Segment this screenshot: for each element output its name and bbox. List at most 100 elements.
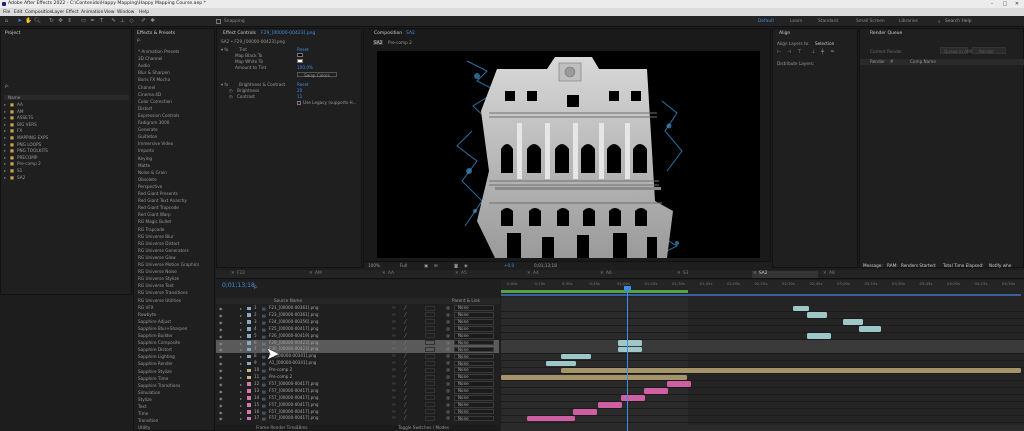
pickwhip-icon[interactable]: @: [446, 395, 450, 400]
effects-panel-title[interactable]: Effects & Presets: [137, 31, 175, 36]
project-item[interactable]: ▸ ■ PNG LOOPS: [4, 142, 129, 148]
effect-category[interactable]: RG Universe Stylize: [138, 276, 179, 281]
effect-category[interactable]: RG Universe Generators: [138, 248, 189, 253]
layer-row[interactable]: ◉ ▸ 16 ▤ F57_[00000-00417].png ⚇ ╱ @ None: [216, 409, 499, 416]
effect-category[interactable]: Sapphire Distort: [138, 347, 172, 352]
pickwhip-icon[interactable]: @: [446, 319, 450, 324]
comp-tab[interactable]: ✕ A8: [822, 271, 888, 278]
effect-category[interactable]: Sapphire Time: [138, 376, 168, 381]
mode-box[interactable]: [425, 326, 435, 332]
label-color-swatch[interactable]: [247, 403, 251, 407]
layer-duration-bar[interactable]: [561, 367, 1021, 374]
visibility-eye-icon[interactable]: ◉: [219, 382, 223, 387]
effects-search-prefix[interactable]: ρ.: [137, 37, 141, 42]
mode-box[interactable]: [425, 340, 435, 345]
render-button[interactable]: Render: [972, 47, 1006, 54]
resolution-dropdown[interactable]: Full: [400, 263, 407, 268]
pickwhip-icon[interactable]: @: [446, 340, 450, 345]
effect-category[interactable]: Rowbyte: [138, 312, 156, 317]
effect-category[interactable]: Distort: [138, 106, 152, 111]
expand-arrow-icon[interactable]: ▸: [4, 168, 6, 173]
effect-category[interactable]: Sapphire Lighting: [138, 354, 175, 359]
parent-dropdown[interactable]: None: [454, 360, 494, 367]
menu-effect[interactable]: Effect: [66, 10, 79, 15]
fx-switch-icon[interactable]: ╱: [404, 360, 406, 365]
effect-category[interactable]: Stylize: [138, 397, 152, 402]
mode-box[interactable]: [425, 319, 435, 325]
viewer-timecode[interactable]: 0;01;13;18: [534, 263, 557, 268]
fx-switch-icon[interactable]: ╱: [404, 326, 406, 331]
effect-category[interactable]: Blur & Sharpen: [138, 70, 170, 75]
mode-box[interactable]: [425, 346, 435, 352]
fx-switch-icon[interactable]: ╱: [404, 381, 406, 386]
expand-arrow-icon[interactable]: ▸: [240, 320, 242, 325]
close-tab-icon[interactable]: ✕: [231, 271, 235, 276]
fx-switch-icon[interactable]: ╱: [404, 333, 406, 338]
menu-file[interactable]: File: [3, 10, 10, 15]
pickwhip-icon[interactable]: @: [446, 381, 450, 386]
expand-arrow-icon[interactable]: ▸: [240, 306, 242, 311]
composition-name[interactable]: SA2: [406, 31, 415, 36]
shy-switch-icon[interactable]: ⚇: [392, 415, 396, 420]
expand-arrow-icon[interactable]: ▸: [240, 389, 242, 394]
project-item[interactable]: ▸ ■ SA2: [4, 175, 129, 181]
fx-switch-icon[interactable]: ╱: [404, 353, 406, 358]
project-item[interactable]: ▸ ■ S1: [4, 168, 129, 174]
fx-switch-icon[interactable]: ╱: [404, 409, 406, 414]
pan-tool-icon[interactable]: ✥: [57, 18, 64, 25]
effect-category[interactable]: Matte: [138, 163, 150, 168]
comp-tab[interactable]: ✕ AM: [308, 271, 374, 278]
layer-name[interactable]: F24_[00000-00356].png: [269, 319, 318, 324]
layer-row[interactable]: ◉ ▸ 13 ▤ F57_[00000-00417].png ⚇ ╱ @ None: [216, 388, 499, 395]
mode-box[interactable]: [425, 333, 435, 339]
label-color-swatch[interactable]: [247, 347, 251, 352]
layer-name[interactable]: F57_[00000-00417].png: [269, 395, 318, 400]
project-item[interactable]: ▸ ■ FX: [4, 128, 129, 134]
layer-duration-bar[interactable]: [618, 340, 642, 346]
effect-category[interactable]: Time: [138, 411, 148, 416]
effect-category[interactable]: Guitleton: [138, 134, 157, 139]
project-item[interactable]: ▸ ■ PNG TOOLKITS: [4, 148, 129, 154]
visibility-eye-icon[interactable]: ◉: [219, 327, 223, 332]
project-item[interactable]: ▸ ■ MAPPING EXPS: [4, 135, 129, 141]
visibility-eye-icon[interactable]: ◉: [219, 306, 223, 311]
effect-category[interactable]: Sapphire Composite: [138, 340, 180, 345]
effect-category[interactable]: Immersive Video: [138, 141, 173, 146]
effect-category[interactable]: Simulation: [138, 390, 160, 395]
effect-category[interactable]: Boris FX Mocha: [138, 77, 170, 82]
work-area-bar[interactable]: [501, 290, 688, 293]
parent-dropdown[interactable]: None: [454, 381, 494, 387]
search-help-input[interactable]: Search Help: [945, 19, 972, 24]
color-management-icon[interactable]: ◉: [464, 263, 468, 268]
align-target-dropdown[interactable]: Selection: [815, 41, 834, 46]
layer-row[interactable]: ◉ ▸ 5 ▤ F26_[00000-00419].png ⚇ ╱ @ None: [216, 333, 499, 340]
toggle-switches-label[interactable]: Toggle Switches / Modes: [398, 425, 449, 430]
layer-row[interactable]: ◉ ▸ 9 ▤ A1_[00000-00341].png ⚇ ╱ @ None: [216, 360, 499, 367]
orbit-tool-icon[interactable]: ↻: [48, 18, 55, 25]
close-tab-icon[interactable]: ✕: [823, 271, 827, 276]
mode-box[interactable]: [425, 360, 435, 366]
effect-category[interactable]: Generate: [138, 127, 158, 132]
parent-dropdown[interactable]: None: [454, 326, 494, 332]
render-queue-title[interactable]: Render Queue: [870, 31, 902, 36]
shy-switch-icon[interactable]: ⚇: [392, 409, 396, 414]
expand-arrow-icon[interactable]: ▸: [4, 142, 6, 147]
layer-name[interactable]: F23_[00000-00361].png: [269, 312, 318, 317]
project-item[interactable]: ▸ ■ AA: [4, 102, 129, 108]
pickwhip-icon[interactable]: @: [446, 346, 450, 351]
pickwhip-icon[interactable]: @: [446, 367, 450, 372]
effect-category[interactable]: RG Universe Text: [138, 283, 174, 288]
fx-switch-icon[interactable]: ╱: [404, 388, 406, 393]
label-color-swatch[interactable]: [247, 382, 251, 386]
mode-box[interactable]: [425, 402, 435, 408]
layer-name[interactable]: F26_[00000-00419].png: [269, 333, 318, 338]
effect-category[interactable]: Sapphire Render: [138, 361, 173, 366]
source-name-header[interactable]: Source Name: [274, 298, 302, 303]
menu-composition[interactable]: Composition: [25, 10, 52, 15]
visibility-eye-icon[interactable]: ◉: [219, 354, 223, 359]
layer-name[interactable]: F21_[00000-00361].png: [269, 305, 318, 310]
effect-category[interactable]: RG Universe Noise: [138, 269, 177, 274]
snapping-checkbox[interactable]: [216, 19, 221, 24]
layer-duration-bar[interactable]: [573, 409, 597, 415]
parent-dropdown[interactable]: None: [454, 395, 494, 401]
